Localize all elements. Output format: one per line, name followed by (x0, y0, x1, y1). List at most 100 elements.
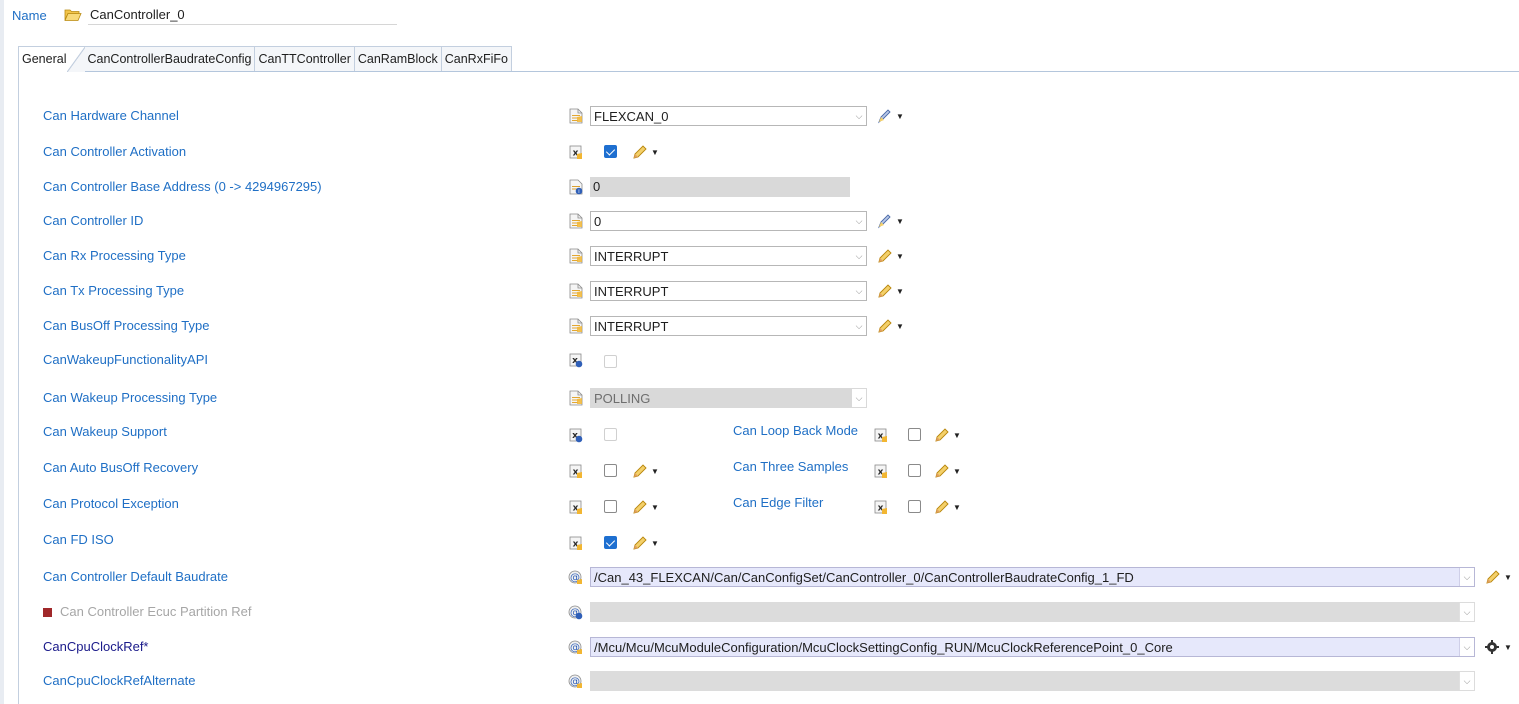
tab-rx-fifo[interactable]: CanRxFiFo (441, 46, 512, 71)
tab-ram-block[interactable]: CanRamBlock (354, 46, 442, 71)
doc-config-icon (569, 108, 583, 124)
label-wakeup-type: Can Wakeup Processing Type (43, 390, 218, 405)
pencil-menu-button[interactable]: ▼ (933, 499, 963, 515)
reference-info-icon (568, 604, 583, 620)
doc-config-icon (569, 248, 583, 264)
label-default-baudrate: Can Controller Default Baudrate (43, 569, 228, 584)
cpu-clock-alt-ref-select[interactable]: ⌵ (590, 671, 1475, 691)
loop-back-checkbox[interactable] (908, 428, 921, 441)
dropdown-arrow-icon[interactable]: ▼ (651, 539, 659, 548)
pencil-menu-button[interactable]: ▼ (933, 427, 963, 443)
row-cpu-clock-ref: CanCpuClockRef* /Mcu/Mcu/McuModuleConfig… (0, 633, 1519, 661)
row-wakeup-type: Can Wakeup Processing Type POLLING ⌵ (0, 384, 1519, 412)
row-cpu-clock-alt: CanCpuClockRefAlternate ⌵ (0, 667, 1519, 695)
x-info-icon (569, 352, 583, 368)
cpu-clock-ref-select[interactable]: /Mcu/Mcu/McuModuleConfiguration/McuClock… (590, 637, 1475, 657)
three-samples-checkbox[interactable] (908, 464, 921, 477)
label-controller-id: Can Controller ID (43, 213, 144, 228)
pencil-menu-button[interactable]: ▼ (631, 463, 661, 479)
dropdown-arrow-icon[interactable]: ▼ (1504, 643, 1512, 652)
ecuc-partition-ref-select[interactable]: ⌵ (590, 602, 1475, 622)
doc-info-icon (569, 179, 583, 195)
dropdown-arrow-icon[interactable]: ▼ (953, 431, 961, 440)
tab-baudrate-config[interactable]: CanControllerBaudrateConfig (84, 46, 256, 71)
pencil-menu-button[interactable]: ▼ (876, 248, 906, 264)
tab-general[interactable]: General (18, 46, 86, 72)
row-wakeup-support: Can Wakeup Support Can Loop Back Mode ▼ (0, 421, 1519, 449)
base-address-field[interactable]: 0 (590, 177, 850, 197)
dropdown-arrow-icon[interactable]: ▼ (896, 112, 904, 121)
default-baudrate-ref-select[interactable]: /Can_43_FLEXCAN/Can/CanConfigSet/CanCont… (590, 567, 1475, 587)
chevron-down-icon[interactable]: ⌵ (852, 317, 866, 335)
fd-iso-checkbox[interactable] (604, 536, 617, 549)
pencil-menu-button[interactable]: ▼ (933, 463, 963, 479)
tx-type-select[interactable]: INTERRUPT ⌵ (590, 281, 867, 301)
chevron-down-icon[interactable]: ⌵ (1459, 638, 1474, 656)
label-activation: Can Controller Activation (43, 144, 187, 159)
pencil-menu-button[interactable]: ▼ (631, 499, 661, 515)
auto-busoff-checkbox[interactable] (604, 464, 617, 477)
dropdown-arrow-icon[interactable]: ▼ (896, 287, 904, 296)
chevron-down-icon[interactable]: ⌵ (852, 247, 866, 265)
x-config-icon (569, 463, 583, 479)
row-hw-channel: Can Hardware Channel FLEXCAN_0 ⌵ ▼ (0, 102, 1519, 130)
pencil-menu-button[interactable]: ▼ (876, 283, 906, 299)
dropdown-arrow-icon[interactable]: ▼ (896, 322, 904, 331)
dropdown-arrow-icon[interactable]: ▼ (651, 148, 659, 157)
dropdown-arrow-icon[interactable]: ▼ (953, 503, 961, 512)
dropdown-arrow-icon[interactable]: ▼ (651, 503, 659, 512)
chevron-down-icon[interactable]: ⌵ (1459, 568, 1474, 586)
gear-menu-button[interactable]: ▼ (1484, 639, 1514, 655)
pencil-menu-button[interactable]: ▼ (1484, 569, 1514, 585)
label-fd-iso: Can FD ISO (43, 532, 114, 547)
busoff-type-select[interactable]: INTERRUPT ⌵ (590, 316, 867, 336)
label-base-address: Can Controller Base Address (0 -> 429496… (43, 179, 322, 194)
label-wakeup-api: CanWakeupFunctionalityAPI (43, 352, 208, 367)
chevron-down-icon[interactable]: ⌵ (1459, 672, 1474, 690)
chevron-down-icon[interactable]: ⌵ (852, 107, 866, 125)
dropdown-arrow-icon[interactable]: ▼ (896, 217, 904, 226)
dropdown-arrow-icon[interactable]: ▼ (1504, 573, 1512, 582)
dropdown-arrow-icon[interactable]: ▼ (953, 467, 961, 476)
x-config-icon (874, 427, 888, 443)
label-loop-back: Can Loop Back Mode (733, 423, 859, 438)
protocol-exception-checkbox[interactable] (604, 500, 617, 513)
chevron-down-icon[interactable]: ⌵ (852, 282, 866, 300)
label-auto-busoff: Can Auto BusOff Recovery (43, 460, 199, 475)
controller-id-select[interactable]: 0 ⌵ (590, 211, 867, 231)
dropdown-arrow-icon[interactable]: ▼ (651, 467, 659, 476)
wakeup-support-checkbox[interactable] (604, 428, 617, 441)
tab-bar: General CanControllerBaudrateConfig CanT… (18, 46, 1519, 72)
pencil-menu-button[interactable]: ▼ (631, 144, 661, 160)
name-row: Name (12, 5, 397, 25)
folder-open-icon (64, 8, 82, 22)
chevron-down-icon[interactable]: ⌵ (1459, 603, 1474, 621)
label-busoff-type: Can BusOff Processing Type (43, 318, 210, 333)
x-config-icon (569, 535, 583, 551)
rx-type-select[interactable]: INTERRUPT ⌵ (590, 246, 867, 266)
name-input[interactable] (88, 5, 397, 25)
wizard-menu-button[interactable]: ▼ (876, 213, 906, 229)
row-auto-busoff: Can Auto BusOff Recovery ▼ Can Three Sam… (0, 457, 1519, 485)
pencil-menu-button[interactable]: ▼ (876, 318, 906, 334)
row-default-baudrate: Can Controller Default Baudrate /Can_43_… (0, 563, 1519, 591)
row-protocol-exception: Can Protocol Exception ▼ Can Edge Filter… (0, 493, 1519, 521)
label-rx-type: Can Rx Processing Type (43, 248, 186, 263)
label-hw-channel: Can Hardware Channel (43, 108, 179, 123)
wakeup-type-select[interactable]: POLLING ⌵ (590, 388, 867, 408)
dropdown-arrow-icon[interactable]: ▼ (896, 252, 904, 261)
pencil-menu-button[interactable]: ▼ (631, 535, 661, 551)
chevron-down-icon[interactable]: ⌵ (852, 389, 866, 407)
row-base-address: Can Controller Base Address (0 -> 429496… (0, 173, 1519, 201)
tab-tt-controller[interactable]: CanTTController (255, 46, 355, 71)
doc-config-icon (569, 390, 583, 406)
row-rx-type: Can Rx Processing Type INTERRUPT ⌵ ▼ (0, 242, 1519, 270)
hw-channel-select[interactable]: FLEXCAN_0 ⌵ (590, 106, 867, 126)
label-cpu-clock-ref: CanCpuClockRef* (43, 639, 149, 654)
wakeup-api-checkbox[interactable] (604, 355, 617, 368)
activation-checkbox[interactable] (604, 145, 617, 158)
x-config-icon (569, 144, 583, 160)
chevron-down-icon[interactable]: ⌵ (852, 212, 866, 230)
edge-filter-checkbox[interactable] (908, 500, 921, 513)
wizard-menu-button[interactable]: ▼ (876, 108, 906, 124)
